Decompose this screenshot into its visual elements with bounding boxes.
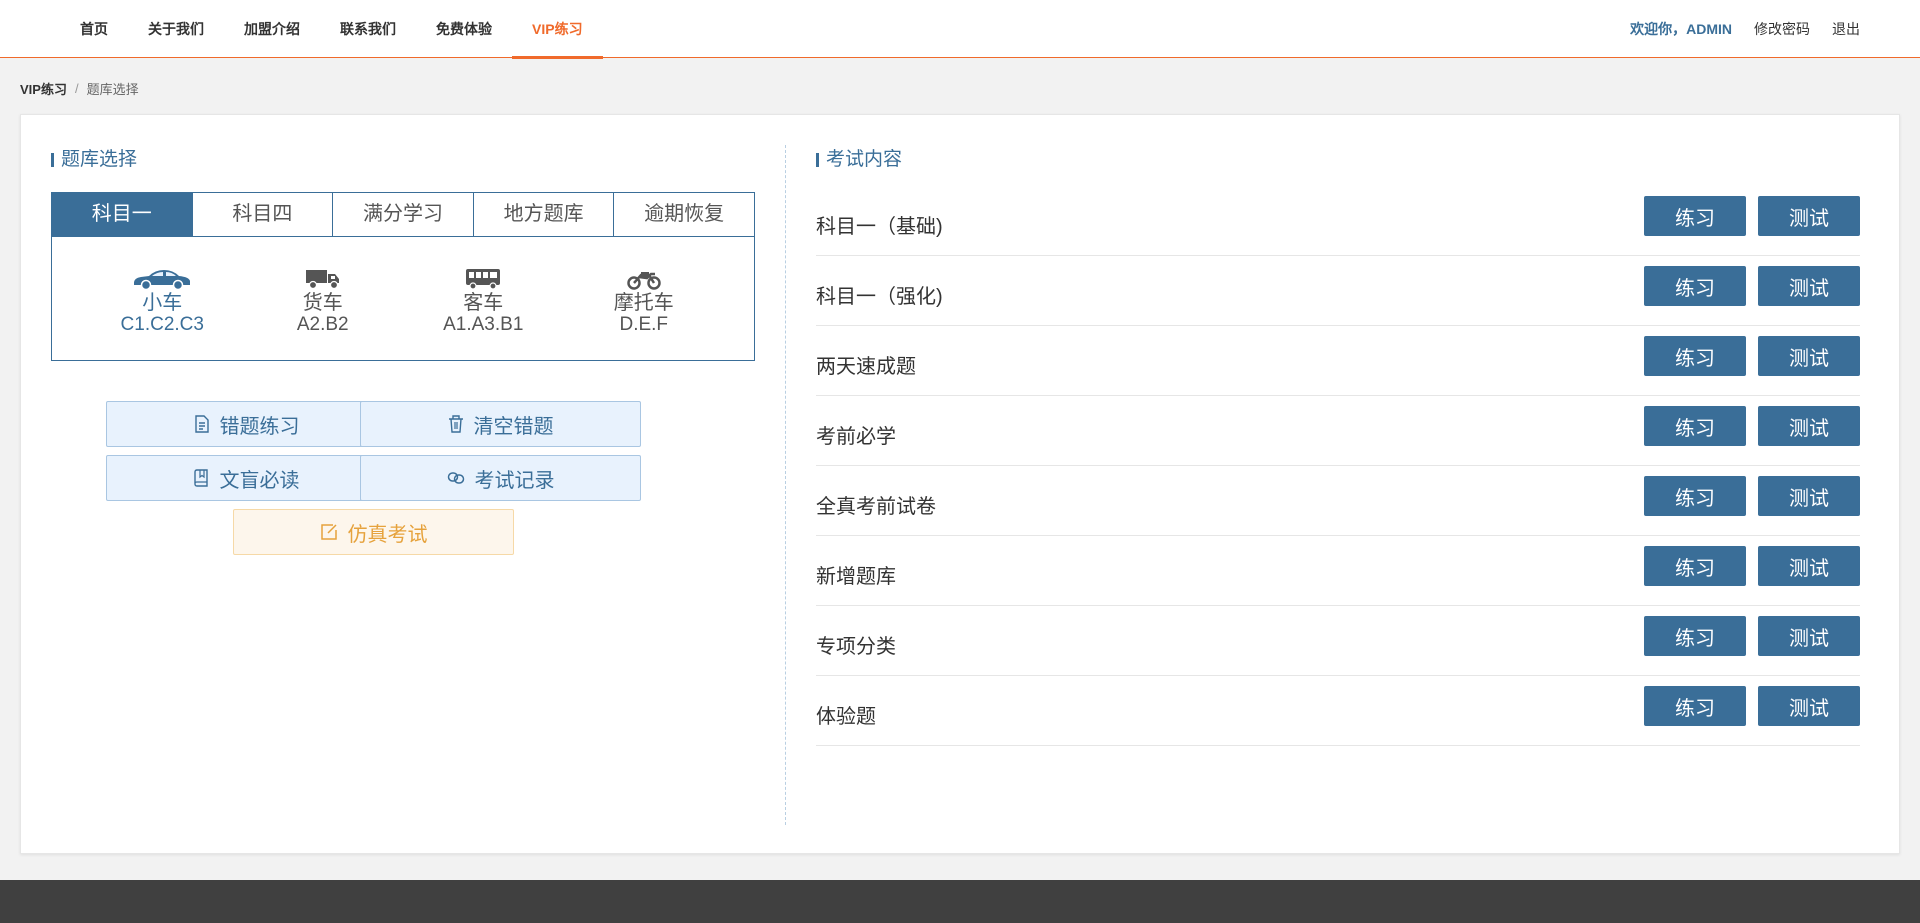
list-item: 科目一（强化) 练习 测试 (816, 256, 1860, 326)
list-item: 考前必学 练习 测试 (816, 396, 1860, 466)
vehicle-selector: 小车 C1.C2.C3 货车 A2.B2 客车 A1.A3.B1 摩托车 D.E… (51, 236, 755, 361)
vehicle-motorcycle[interactable]: 摩托车 D.E.F (574, 236, 714, 360)
practice-button[interactable]: 练习 (1644, 196, 1746, 236)
list-item: 专项分类 练习 测试 (816, 606, 1860, 676)
vehicle-license-code: A2.B2 (296, 314, 349, 335)
list-item: 科目一（基础) 练习 测试 (816, 186, 1860, 256)
exam-item-name: 两天速成题 (816, 356, 916, 378)
link-icon (447, 472, 464, 484)
breadcrumb-home[interactable]: VIP练习 (20, 79, 67, 98)
change-password-link[interactable]: 修改密码 (1754, 19, 1810, 39)
practice-button[interactable]: 练习 (1644, 406, 1746, 446)
test-button[interactable]: 测试 (1758, 686, 1860, 726)
button-label: 考试记录 (474, 469, 555, 492)
clear-wrong-questions-button[interactable]: 清空错题 (360, 401, 641, 447)
test-button[interactable]: 测试 (1758, 266, 1860, 306)
test-button[interactable]: 测试 (1758, 406, 1860, 446)
exam-records-button[interactable]: 考试记录 (360, 455, 641, 501)
nav-home[interactable]: 首页 (60, 0, 128, 58)
vehicle-name: 货车 (302, 292, 343, 314)
button-label: 清空错题 (473, 415, 554, 438)
vehicle-truck[interactable]: 货车 A2.B2 (253, 236, 393, 360)
exam-item-name: 科目一（强化) (816, 286, 943, 308)
test-button[interactable]: 测试 (1758, 336, 1860, 376)
button-label: 仿真考试 (347, 523, 428, 546)
exam-item-name: 全真考前试卷 (816, 496, 936, 518)
breadcrumb: VIP练习 / 题库选择 (20, 79, 139, 98)
main-card: 题库选择 科目一 科目四 满分学习 地方题库 逾期恢复 小车 C1.C2.C3 (20, 114, 1900, 854)
button-label: 文盲必读 (219, 469, 300, 492)
nav-franchise[interactable]: 加盟介绍 (224, 0, 320, 58)
welcome-text: 欢迎你，ADMIN (1630, 21, 1732, 37)
logout-link[interactable]: 退出 (1832, 19, 1860, 39)
tab-subject-four[interactable]: 科目四 (193, 193, 334, 236)
vehicle-name: 小车 (142, 292, 183, 314)
exam-item-name: 新增题库 (816, 566, 896, 588)
must-read-button[interactable]: 文盲必读 (106, 455, 387, 501)
main-nav: 首页 关于我们 加盟介绍 联系我们 免费体验 VIP练习 (60, 0, 603, 59)
document-icon (194, 415, 209, 433)
test-button[interactable]: 测试 (1758, 196, 1860, 236)
page-footer (0, 880, 1920, 923)
vehicle-license-code: C1.C2.C3 (120, 314, 204, 335)
book-icon (193, 469, 208, 487)
car-icon (92, 266, 232, 290)
vehicle-name: 客车 (463, 292, 504, 314)
exam-item-name: 科目一（基础) (816, 216, 943, 238)
truck-icon (253, 266, 393, 290)
vehicle-license-code: D.E.F (619, 314, 669, 335)
nav-contact[interactable]: 联系我们 (320, 0, 416, 58)
exam-item-name: 考前必学 (816, 426, 896, 448)
motorcycle-icon (574, 266, 714, 290)
exam-content-list: 科目一（基础) 练习 测试 科目一（强化) 练习 测试 两天速成题 练习 测试 … (816, 186, 1860, 746)
vehicle-car[interactable]: 小车 C1.C2.C3 (92, 236, 232, 360)
panel-divider (785, 145, 786, 825)
tab-subject-one[interactable]: 科目一 (52, 193, 193, 236)
breadcrumb-separator: / (74, 81, 79, 96)
list-item: 体验题 练习 测试 (816, 676, 1860, 746)
practice-button[interactable]: 练习 (1644, 686, 1746, 726)
test-button[interactable]: 测试 (1758, 546, 1860, 586)
test-button[interactable]: 测试 (1758, 476, 1860, 516)
edit-icon (320, 524, 337, 540)
list-item: 新增题库 练习 测试 (816, 536, 1860, 606)
exam-item-name: 专项分类 (816, 636, 896, 658)
practice-button[interactable]: 练习 (1644, 476, 1746, 516)
list-item: 两天速成题 练习 测试 (816, 326, 1860, 396)
user-bar: 欢迎你，ADMIN 修改密码 退出 (1630, 0, 1860, 58)
exam-content-title: 考试内容 (816, 150, 902, 170)
vehicle-license-code: A1.A3.B1 (443, 314, 524, 335)
button-label: 错题练习 (219, 415, 300, 438)
mock-exam-button[interactable]: 仿真考试 (233, 509, 514, 555)
tab-overdue-recovery[interactable]: 逾期恢复 (614, 193, 754, 236)
practice-button[interactable]: 练习 (1644, 266, 1746, 306)
test-button[interactable]: 测试 (1758, 616, 1860, 656)
nav-free-trial[interactable]: 免费体验 (416, 0, 512, 58)
practice-button[interactable]: 练习 (1644, 336, 1746, 376)
practice-button[interactable]: 练习 (1644, 616, 1746, 656)
tab-local-bank[interactable]: 地方题库 (474, 193, 615, 236)
tab-full-score[interactable]: 满分学习 (333, 193, 474, 236)
practice-button[interactable]: 练习 (1644, 546, 1746, 586)
exam-item-name: 体验题 (816, 706, 876, 728)
breadcrumb-current: 题库选择 (86, 82, 139, 97)
trash-icon (448, 415, 463, 433)
nav-about[interactable]: 关于我们 (128, 0, 224, 58)
question-bank-title: 题库选择 (51, 150, 137, 170)
bus-icon (413, 266, 553, 290)
top-navbar: 首页 关于我们 加盟介绍 联系我们 免费体验 VIP练习 欢迎你，ADMIN 修… (0, 0, 1920, 59)
list-item: 全真考前试卷 练习 测试 (816, 466, 1860, 536)
vehicle-bus[interactable]: 客车 A1.A3.B1 (413, 236, 553, 360)
subject-tabs: 科目一 科目四 满分学习 地方题库 逾期恢复 (51, 192, 755, 237)
wrong-questions-practice-button[interactable]: 错题练习 (106, 401, 387, 447)
vehicle-name: 摩托车 (613, 292, 674, 314)
nav-vip-practice[interactable]: VIP练习 (512, 0, 603, 59)
